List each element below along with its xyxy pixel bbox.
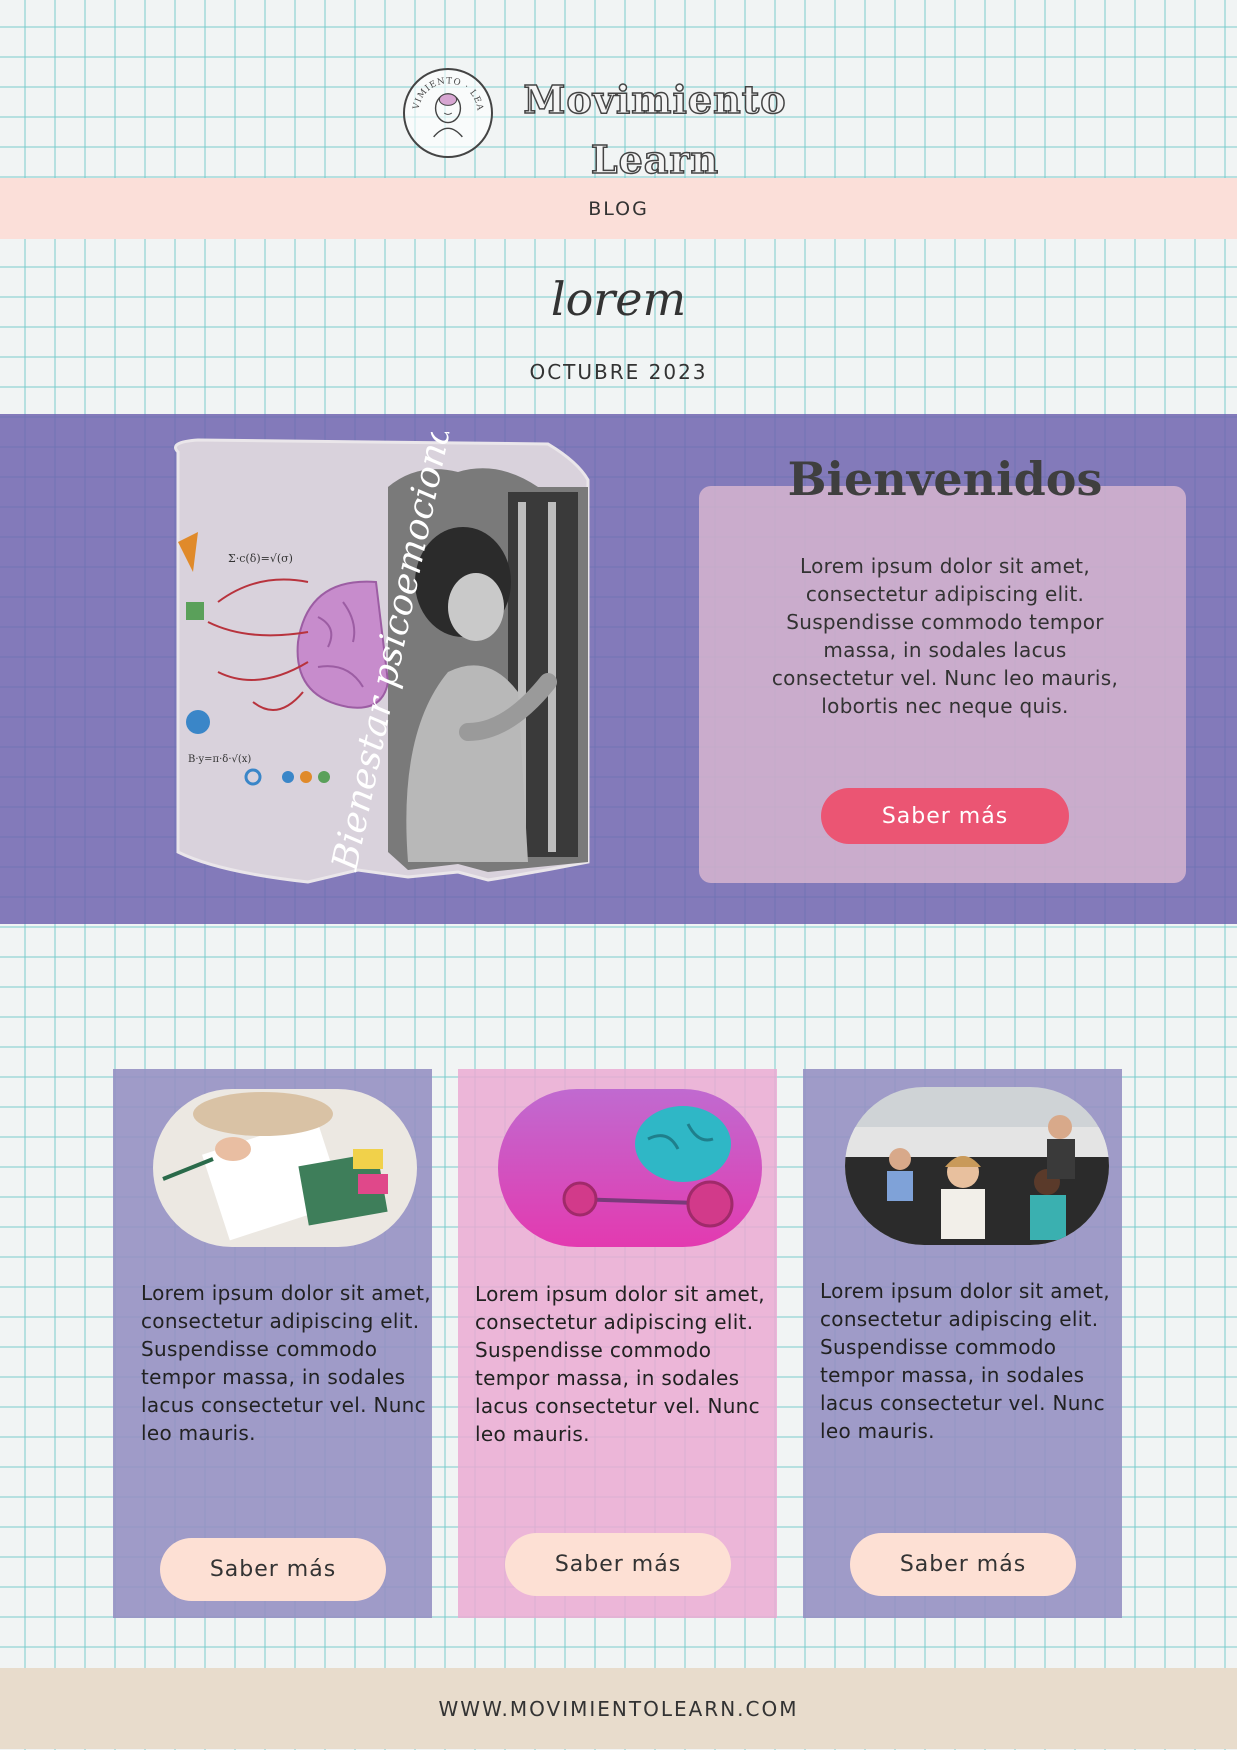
article-card-1: Lorem ipsum dolor sit amet, consectetur … [113, 1069, 432, 1618]
card-3-learn-more-button[interactable]: Saber más [850, 1533, 1076, 1596]
issue-title: lorem [550, 272, 687, 326]
svg-text:MOVIMIENTO · LEARN: MOVIMIENTO · LEARN [405, 70, 485, 112]
svg-text:B·y=π·δ·√(x): B·y=π·δ·√(x) [188, 754, 251, 765]
brand-name: Movimiento Learn [505, 70, 805, 190]
brain-head-logo-icon: MOVIMIENTO · LEARN [405, 70, 485, 138]
hero-learn-more-button[interactable]: Saber más [821, 788, 1069, 844]
brain-barbell-photo [498, 1089, 762, 1247]
logo-badge[interactable]: MOVIMIENTO · LEARN [403, 68, 493, 158]
card-photo-brain[interactable] [498, 1089, 762, 1247]
nav-link-blog[interactable]: BLOG [588, 198, 649, 220]
card-photo-classroom[interactable] [845, 1087, 1109, 1245]
card-2-learn-more-button[interactable]: Saber más [505, 1533, 731, 1596]
footer-website-link[interactable]: WWW.MOVIMIENTOLEARN.COM [439, 1697, 799, 1721]
svg-text:Σ·c(δ)=√(σ): Σ·c(δ)=√(σ) [228, 552, 293, 565]
card-text: Lorem ipsum dolor sit amet, consectetur … [141, 1281, 431, 1445]
study-books-photo [153, 1089, 417, 1247]
hero-body: Lorem ipsum dolor sit amet, consectetur … [771, 554, 1119, 718]
brand-line-1: Movimiento [523, 76, 787, 123]
footer: WWW.MOVIMIENTOLEARN.COM [0, 1668, 1237, 1749]
card-text: Lorem ipsum dolor sit amet, consectetur … [475, 1282, 765, 1446]
article-card-2: Lorem ipsum dolor sit amet, consectetur … [458, 1069, 777, 1618]
card-text: Lorem ipsum dolor sit amet, consectetur … [820, 1279, 1110, 1443]
issue-date: OCTUBRE 2023 [529, 360, 708, 384]
logo-ring-text: MOVIMIENTO · LEARN [405, 70, 484, 112]
hero-image: Σ·c(δ)=√(σ) B·y=π·δ·√(x) Bienestar psico… [158, 432, 655, 902]
nav-bar: BLOG [0, 178, 1237, 239]
hero-collage-svg: Σ·c(δ)=√(σ) B·y=π·δ·√(x) Bienestar psico… [174, 432, 590, 884]
card-photo-study[interactable] [153, 1089, 417, 1247]
article-card-3: Lorem ipsum dolor sit amet, consectetur … [803, 1069, 1122, 1618]
classroom-photo [845, 1087, 1109, 1245]
card-1-learn-more-button[interactable]: Saber más [160, 1538, 386, 1601]
hero-title: Bienvenidos [787, 452, 1103, 506]
